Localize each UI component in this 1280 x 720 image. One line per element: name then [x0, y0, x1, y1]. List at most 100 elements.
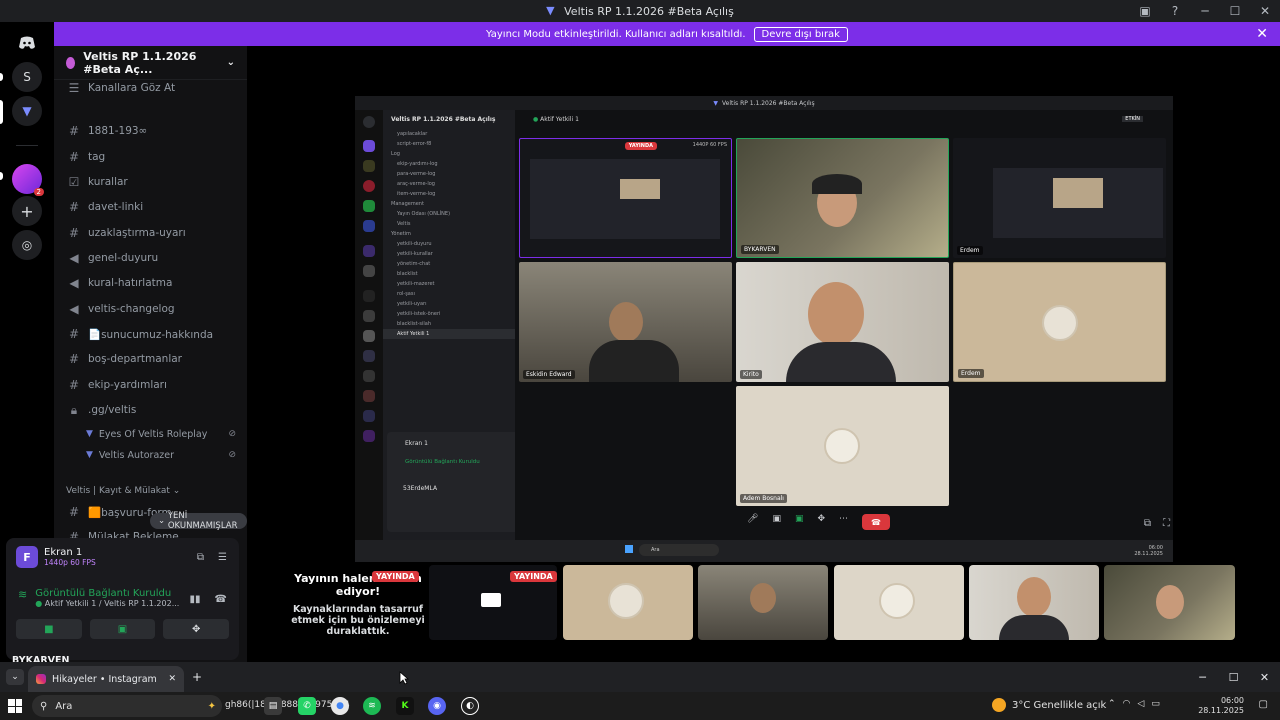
popout-icon[interactable]: ⧉	[1144, 518, 1151, 529]
more-icon[interactable]: ⋯	[839, 514, 848, 530]
thread-veltis-autorazer[interactable]: ▼ Veltis Autorazer ⊘	[86, 446, 236, 464]
paused-subtitle: Kaynaklarından tasarruf etmek için bu ön…	[291, 604, 425, 637]
weather-sun-icon	[992, 698, 1006, 712]
thread-eyes-of-veltis[interactable]: ▼ Eyes Of Veltis Roleplay ⊘	[86, 425, 236, 443]
minimize-button[interactable]: ─	[1190, 0, 1220, 22]
veltis-logo-icon: ▼	[86, 429, 93, 439]
help-icon[interactable]: ?	[1160, 0, 1190, 22]
channel-uzaklastirma[interactable]: # uzaklaştırma-uyarı	[66, 223, 186, 243]
video-tile-bykarven[interactable]: BYKARVEN	[736, 138, 949, 258]
video-tile-screen-erdem[interactable]: Erdem	[953, 138, 1166, 258]
new-tab-button[interactable]: +	[192, 670, 202, 684]
taskbar-search[interactable]: ⚲ Ara ✦	[32, 695, 222, 717]
banner-close-icon[interactable]: ✕	[1256, 26, 1268, 42]
video-tile-adem-bosnali[interactable]: Adem Bosnalı	[736, 386, 949, 506]
minimize-button[interactable]: ─	[1187, 662, 1218, 692]
noise-suppression-icon[interactable]: ▮▮	[190, 594, 201, 605]
chevron-up-icon[interactable]: ⌃	[1108, 699, 1116, 709]
video-tile-eskidin-edward[interactable]: Eskidin Edward	[519, 262, 732, 382]
close-button[interactable]: ✕	[1250, 0, 1280, 22]
close-button[interactable]: ✕	[1249, 662, 1280, 692]
maximize-button[interactable]: ☐	[1220, 0, 1250, 22]
taskbar-clock[interactable]: 06:00 28.11.2025	[1198, 696, 1244, 716]
settings-icon[interactable]: ☰	[218, 552, 227, 563]
thumb-kirito[interactable]	[969, 565, 1099, 640]
video-tile-screen-1[interactable]: 1440P 60 FPS YAYINDA	[519, 138, 732, 258]
windows-taskbar: ⚲ Ara ✦ gh86(|1806)888788975064 ▤ ✆ ● ≋ …	[0, 692, 1280, 720]
server-veltis-icon[interactable]: ▼	[12, 96, 42, 126]
start-button[interactable]	[8, 699, 22, 713]
video-tile-kirito[interactable]: Kirito	[736, 262, 949, 382]
channel-kural-hatirlatma[interactable]: ◀ kural-hatırlatma	[66, 273, 172, 293]
screen-title: Ekran 1	[44, 547, 83, 558]
battery-icon[interactable]: ▭	[1151, 699, 1160, 709]
thumb-eskidin-edward[interactable]	[698, 565, 828, 640]
share-screen-button[interactable]: ▣	[89, 619, 156, 639]
grid-icon[interactable]: ✥	[817, 514, 825, 530]
kick-icon[interactable]: K	[396, 697, 414, 715]
server-purple-icon[interactable]: 2	[12, 164, 44, 196]
whatsapp-icon[interactable]: ✆	[298, 697, 316, 715]
discord-home-icon[interactable]	[12, 28, 42, 58]
sidebar-item-browse-channels[interactable]: ☰ Kanallara Göz At	[66, 78, 176, 98]
thumb-adem-bosnali[interactable]	[834, 565, 964, 640]
hash-icon: #	[68, 226, 80, 240]
voice-buttons: ■ ▣ ✥	[16, 619, 230, 639]
thumb-bykarven[interactable]	[1104, 565, 1235, 640]
stream-video[interactable]: ▼ Veltis RP 1.1.2026 #Beta Açılış Veltis…	[355, 96, 1173, 562]
tab-instagram[interactable]: Hikayeler • Instagram ✕	[28, 666, 184, 692]
inner-call-controls: 🎤︎ ▣ ▣ ✥ ⋯ ☎	[747, 514, 891, 530]
avatar	[1042, 305, 1078, 341]
guild-name: Veltis RP 1.1.2026 #Beta Aç...	[83, 49, 197, 76]
tab-search-icon[interactable]: ⌄	[6, 669, 24, 685]
screen-icon[interactable]: ▣	[795, 514, 804, 530]
channel-genel-duyuru[interactable]: ◀ genel-duyuru	[66, 248, 158, 268]
rules-icon: ☑	[68, 175, 80, 189]
channel-veltis-changelog[interactable]: ◀ veltis-changelog	[66, 299, 174, 319]
veltis-logo-icon: ▼	[546, 4, 555, 17]
discord-icon[interactable]: ◉	[428, 697, 446, 715]
server-s[interactable]: S	[12, 62, 42, 92]
channel-gg-veltis[interactable]: 🔒︎ .gg/veltis	[66, 400, 137, 420]
notification-icon[interactable]: ▢	[1259, 699, 1268, 710]
channel-sunucumuz-hakkinda[interactable]: # 📄sunucumuz-hakkında	[66, 324, 213, 344]
spotify-icon[interactable]: ≋	[363, 697, 381, 715]
new-unread-pill[interactable]: ⌄ YENİ OKUNMAMIŞLAR	[150, 511, 247, 531]
channel-ekip-yardimlari[interactable]: # ekip-yardımları	[66, 375, 167, 395]
camera-button[interactable]: ■	[16, 619, 82, 639]
wifi-icon[interactable]: ◠	[1123, 699, 1131, 709]
thumb-erdem[interactable]	[563, 565, 693, 640]
camera-icon[interactable]: ▣	[772, 514, 781, 530]
popout-icon[interactable]: ⧉	[197, 552, 204, 563]
channel-davet-linki[interactable]: # davet-linki	[66, 197, 143, 217]
chrome-icon[interactable]: ●	[331, 697, 349, 715]
disconnect-icon[interactable]: ☎	[215, 594, 227, 605]
tab-close-icon[interactable]: ✕	[168, 674, 176, 684]
channel-kurallar[interactable]: ☑ kurallar	[66, 172, 128, 192]
end-call-button[interactable]: ☎	[862, 514, 891, 530]
inner-video-grid: ● Aktif Yetkili 1 ETKİN 1440P 60 FPS YAY…	[515, 110, 1173, 540]
channel-tag[interactable]: # tag	[66, 147, 105, 167]
weather-widget[interactable]: 3°C Genellikle açık	[992, 698, 1106, 712]
category-kayit-mulakat[interactable]: Veltis | Kayıt & Mülakat ⌄	[66, 486, 180, 496]
steam-icon[interactable]: ◐	[461, 697, 479, 715]
guild-header[interactable]: Veltis RP 1.1.2026 #Beta Aç... ⌄	[54, 46, 247, 80]
system-tray: ⌃ ◠ ◁ ▭	[1108, 699, 1160, 709]
banner-text: Yayıncı Modu etkinleştirildi. Kullanıcı …	[486, 28, 746, 40]
channel-1881[interactable]: #1881-193∞	[66, 121, 147, 141]
channel-bos-departmanlar[interactable]: # boş-departmanlar	[66, 349, 182, 369]
task-view-icon[interactable]: ▤	[264, 697, 282, 715]
disable-streamer-mode-button[interactable]: Devre dışı bırak	[753, 26, 848, 42]
maximize-button[interactable]: ☐	[1218, 662, 1249, 692]
volume-icon[interactable]: ◁	[1137, 699, 1144, 709]
mic-icon[interactable]: 🎤︎	[747, 514, 758, 530]
discover-icon[interactable]: ◎	[12, 230, 42, 260]
activities-button[interactable]: ✥	[163, 619, 230, 639]
fullscreen-icon[interactable]: ⛶	[1163, 518, 1170, 529]
announcement-icon: ◀	[69, 251, 79, 265]
inbox-icon[interactable]: ▣	[1130, 0, 1160, 22]
add-server-icon[interactable]: +	[12, 196, 42, 226]
video-tile-erdem[interactable]: Erdem	[953, 262, 1166, 382]
screen-icon	[481, 593, 501, 607]
browser-window-controls: ─ ☐ ✕	[1187, 662, 1280, 692]
